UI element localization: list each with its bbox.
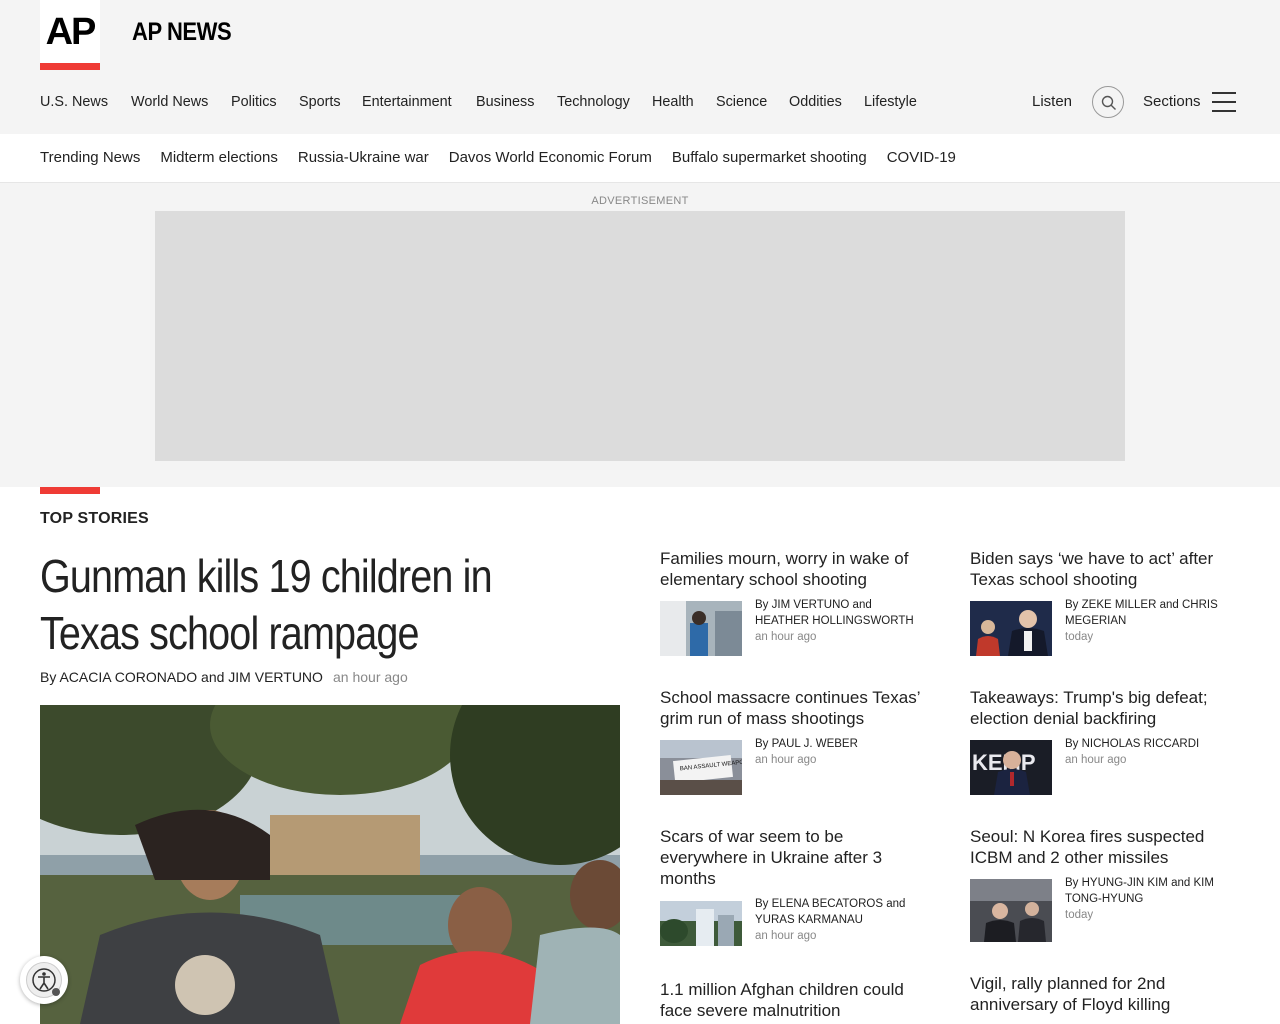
story-headline[interactable]: Scars of war seem to be everywhere in Uk… — [660, 827, 882, 888]
story-time: an hour ago — [1065, 754, 1127, 766]
search-icon — [1101, 95, 1116, 110]
story-card: School massacre continues Texas’ grim ru… — [660, 687, 920, 797]
story-headline[interactable]: School massacre continues Texas’ grim ru… — [660, 688, 920, 728]
story-byline: By PAUL J. WEBER an hour ago — [755, 736, 920, 768]
trending-item[interactable]: COVID-19 — [887, 148, 956, 168]
nav-technology[interactable]: Technology — [557, 90, 630, 114]
site-header: AP AP NEWS U.S. News World News Politics… — [0, 0, 1280, 134]
story-thumbnail[interactable] — [970, 601, 1052, 656]
story-card: Vigil, rally planned for 2nd anniversary… — [970, 973, 1230, 1015]
ad-region: ADVERTISEMENT — [0, 183, 1280, 487]
story-byline: By JIM VERTUNO and HEATHER HOLLINGSWORTH… — [755, 597, 920, 645]
story-photo — [970, 601, 1052, 656]
story-headline[interactable]: Biden says ‘we have to act’ after Texas … — [970, 549, 1213, 589]
byline-authors[interactable]: ACACIA CORONADO and JIM VERTUNO — [59, 669, 322, 685]
byline-authors[interactable]: ZEKE MILLER and CHRIS MEGERIAN — [1065, 599, 1218, 627]
nav-science[interactable]: Science — [716, 90, 767, 114]
top-stories-heading: TOP STORIES — [40, 510, 149, 527]
story-headline[interactable]: Vigil, rally planned for 2nd anniversary… — [970, 974, 1170, 1014]
logo-accent-bar — [40, 63, 100, 70]
story-byline: By HYUNG-JIN KIM and KIM TONG-HYUNG toda… — [1065, 875, 1230, 923]
ad-label: ADVERTISEMENT — [591, 195, 689, 207]
story-thumbnail[interactable] — [970, 879, 1052, 942]
byline-by: By — [1065, 599, 1079, 611]
nav-politics[interactable]: Politics — [231, 90, 277, 114]
nav-entertainment[interactable]: Entertainment — [362, 90, 452, 114]
story-thumbnail[interactable] — [660, 601, 742, 656]
ad-banner[interactable] — [155, 211, 1125, 461]
search-button[interactable] — [1092, 86, 1124, 118]
lead-story-time: an hour ago — [333, 669, 408, 685]
sections-link[interactable]: Sections — [1143, 90, 1201, 114]
story-photo — [660, 901, 742, 946]
story-time: today — [1065, 631, 1094, 643]
trending-item[interactable]: Davos World Economic Forum — [449, 148, 652, 168]
trending-bar: Trending News Midterm elections Russia-U… — [0, 134, 1280, 183]
byline-authors[interactable]: PAUL J. WEBER — [772, 738, 858, 750]
byline-by: By — [755, 599, 769, 611]
story-time: an hour ago — [755, 754, 817, 766]
site-name[interactable]: AP NEWS — [132, 18, 232, 47]
byline-by: By — [755, 738, 769, 750]
story-card: 1.1 million Afghan children could face s… — [660, 979, 920, 1021]
main-nav: U.S. News World News Politics Sports Ent… — [40, 90, 939, 114]
story-card: Takeaways: Trump's big defeat; election … — [970, 687, 1230, 797]
story-time: today — [1065, 909, 1094, 921]
nav-us-news[interactable]: U.S. News — [40, 90, 108, 114]
lead-story-byline: By ACACIA CORONADO and JIM VERTUNO — [40, 669, 323, 685]
story-photo: KEMP — [970, 740, 1052, 795]
story-headline[interactable]: Families mourn, worry in wake of element… — [660, 549, 908, 589]
story-thumbnail[interactable] — [660, 901, 742, 946]
nav-health[interactable]: Health — [652, 90, 694, 114]
story-headline[interactable]: 1.1 million Afghan children could face s… — [660, 980, 904, 1020]
story-card: Families mourn, worry in wake of element… — [660, 548, 920, 658]
story-byline: By ZEKE MILLER and CHRIS MEGERIAN today — [1065, 597, 1230, 645]
story-time: an hour ago — [755, 930, 817, 942]
story-time: an hour ago — [755, 631, 817, 643]
story-photo — [660, 601, 742, 656]
story-byline: By ELENA BECATOROS and YURAS KARMANAU an… — [755, 896, 920, 944]
lead-photo — [40, 705, 620, 1024]
listen-link[interactable]: Listen — [1032, 90, 1072, 114]
byline-by: By — [755, 898, 769, 910]
story-card: Seoul: N Korea fires suspected ICBM and … — [970, 826, 1230, 946]
nav-lifestyle[interactable]: Lifestyle — [864, 90, 917, 114]
story-headline[interactable]: Seoul: N Korea fires suspected ICBM and … — [970, 827, 1204, 867]
ap-logo[interactable]: AP — [40, 0, 100, 70]
story-photo — [970, 879, 1052, 942]
accessibility-icon — [26, 962, 62, 998]
trending-item[interactable]: Russia-Ukraine war — [298, 148, 429, 168]
section-accent-bar — [40, 487, 100, 494]
story-card: Scars of war seem to be everywhere in Uk… — [660, 826, 920, 956]
byline-by: By — [1065, 738, 1079, 750]
byline-authors[interactable]: JIM VERTUNO and HEATHER HOLLINGSWORTH — [755, 599, 914, 627]
story-photo: BAN ASSAULT WEAPONS NOW! — [660, 740, 742, 795]
story-thumbnail[interactable]: KEMP — [970, 740, 1052, 795]
nav-business[interactable]: Business — [476, 90, 534, 114]
trending-item[interactable]: Trending News — [40, 148, 140, 168]
story-thumbnail[interactable]: BAN ASSAULT WEAPONS NOW! — [660, 740, 742, 795]
story-card: Biden says ‘we have to act’ after Texas … — [970, 548, 1230, 658]
nav-sports[interactable]: Sports — [299, 90, 341, 114]
byline-by: By — [40, 669, 57, 685]
accessibility-button[interactable] — [20, 956, 68, 1004]
trending-item[interactable]: Midterm elections — [160, 148, 278, 168]
nav-world-news[interactable]: World News — [131, 90, 208, 114]
nav-oddities[interactable]: Oddities — [789, 90, 842, 114]
trending-item[interactable]: Buffalo supermarket shooting — [672, 148, 867, 168]
byline-authors[interactable]: NICHOLAS RICCARDI — [1082, 738, 1200, 750]
lead-story-headline[interactable]: Gunman kills 19 children in Texas school… — [40, 548, 556, 662]
byline-by: By — [1065, 877, 1079, 889]
hamburger-menu-icon[interactable] — [1212, 92, 1236, 112]
ap-logo-text: AP — [45, 11, 97, 53]
byline-authors[interactable]: ELENA BECATOROS and YURAS KARMANAU — [755, 898, 905, 926]
lead-story-image[interactable] — [40, 705, 620, 1024]
story-headline[interactable]: Takeaways: Trump's big defeat; election … — [970, 688, 1208, 728]
story-byline: By NICHOLAS RICCARDI an hour ago — [1065, 736, 1230, 768]
byline-authors[interactable]: HYUNG-JIN KIM and KIM TONG-HYUNG — [1065, 877, 1214, 905]
